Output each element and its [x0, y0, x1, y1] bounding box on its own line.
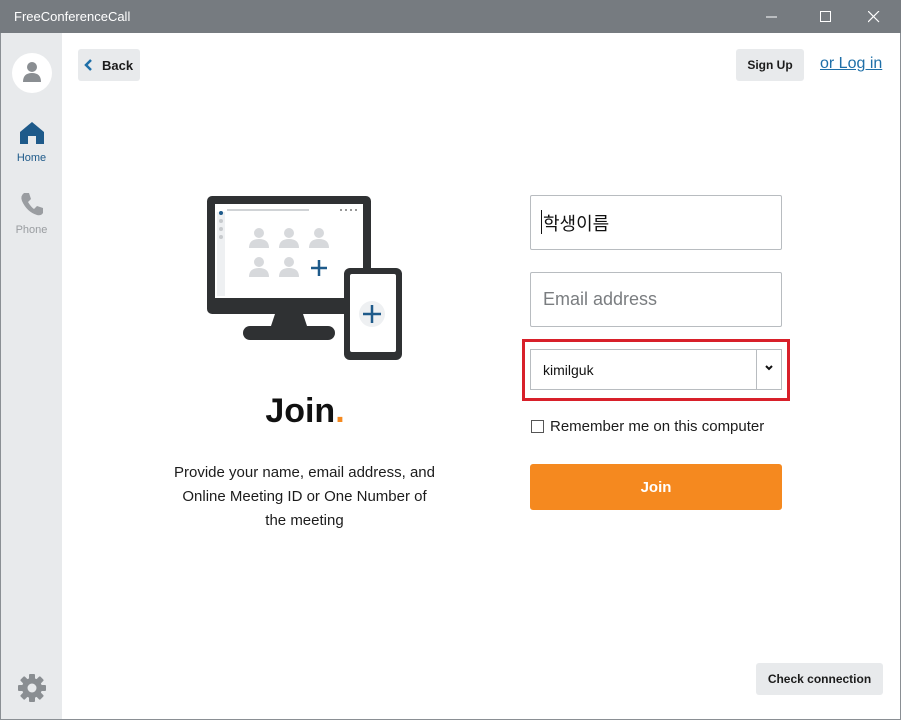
sidebar-item-label: Phone	[15, 224, 48, 236]
devices-illustration	[207, 196, 402, 360]
home-icon	[19, 122, 44, 144]
name-field[interactable]: 학생이름	[530, 195, 782, 250]
join-title-dot: .	[335, 392, 345, 430]
close-button[interactable]	[851, 0, 897, 33]
remember-label: Remember me on this computer	[550, 418, 765, 435]
select-divider	[756, 350, 757, 389]
name-value: 학생이름	[543, 213, 610, 234]
sidebar: Home Phone	[1, 33, 62, 719]
back-button[interactable]: Back	[78, 49, 140, 81]
user-icon	[23, 62, 41, 82]
phone-icon	[20, 193, 43, 216]
join-button[interactable]: Join	[530, 464, 782, 510]
maximize-icon	[820, 11, 831, 22]
sidebar-item-label: Home	[16, 152, 47, 164]
remember-checkbox[interactable]	[531, 420, 544, 433]
maximize-button[interactable]	[803, 0, 849, 33]
email-field[interactable]: Email address	[530, 272, 782, 327]
join-title-text: Join	[265, 392, 336, 430]
back-label: Back	[102, 57, 134, 73]
close-icon	[868, 11, 880, 23]
avatar[interactable]	[12, 53, 52, 93]
chevron-down-icon[interactable]	[764, 364, 774, 372]
gear-icon[interactable]	[17, 673, 47, 703]
minimize-icon	[766, 16, 777, 18]
window-title: FreeConferenceCall	[14, 9, 131, 24]
remember-me[interactable]: Remember me on this computer	[531, 418, 764, 435]
join-description: Provide your name, email address, and On…	[174, 464, 435, 529]
email-placeholder: Email address	[543, 289, 658, 309]
login-link[interactable]: or Log in	[820, 55, 882, 73]
text-caret	[541, 210, 542, 234]
title-bar: FreeConferenceCall	[0, 0, 901, 33]
minimize-button[interactable]	[749, 0, 795, 33]
check-connection-button[interactable]: Check connection	[756, 663, 883, 695]
meeting-select[interactable]: kimilguk	[530, 349, 782, 390]
sidebar-item-home[interactable]: Home	[1, 121, 62, 164]
meeting-selected-value: kimilguk	[543, 361, 594, 378]
chevron-left-icon	[84, 59, 92, 71]
signup-button[interactable]: Sign Up	[736, 49, 804, 81]
page-title: Join.	[200, 392, 410, 431]
sidebar-item-phone[interactable]: Phone	[1, 191, 62, 236]
